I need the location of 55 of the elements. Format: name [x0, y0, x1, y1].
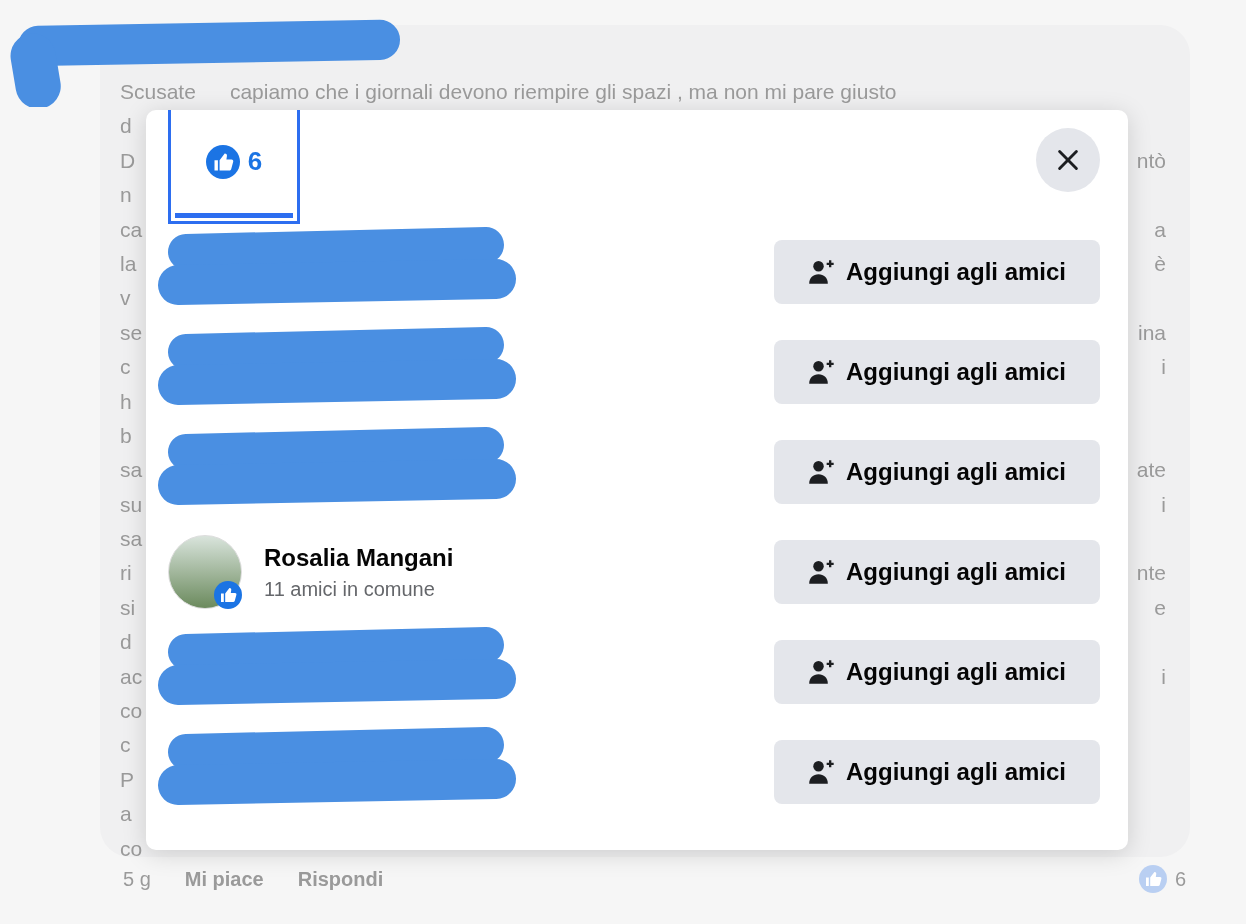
reaction-tab[interactable]: 6 [175, 110, 293, 218]
comment-text: la [120, 250, 137, 277]
add-friend-button[interactable]: Aggiungi agli amici [774, 740, 1100, 804]
comment-text: e [1154, 594, 1166, 621]
comment-text: ntò [1136, 147, 1166, 174]
comment-text: ri [120, 560, 132, 587]
comment-text: D [120, 147, 136, 174]
add-friend-button[interactable]: Aggiungi agli amici [774, 240, 1100, 304]
comment-text: c [120, 354, 131, 381]
add-friend-button[interactable]: Aggiungi agli amici [774, 340, 1100, 404]
comment-text: sa [120, 457, 143, 484]
comment-text: d [120, 629, 132, 656]
person-name[interactable]: Rosalia Mangani [264, 543, 454, 572]
add-friend-button[interactable]: Aggiungi agli amici [774, 540, 1100, 604]
add-person-icon [808, 658, 836, 686]
add-friend-button[interactable]: Aggiungi agli amici [774, 440, 1100, 504]
comment-text: ate [1136, 457, 1166, 484]
add-person-icon [808, 458, 836, 486]
comment-text: ina [1137, 319, 1166, 346]
comment-text: sa [120, 526, 143, 553]
add-person-icon [808, 258, 836, 286]
add-person-icon [808, 558, 836, 586]
comment-text: i [1161, 354, 1166, 381]
comment-text: è [1154, 250, 1166, 277]
reaction-count: 6 [1174, 867, 1186, 891]
like-icon [205, 144, 240, 179]
comment-text: a [120, 801, 132, 828]
comment-text: i [1161, 491, 1166, 518]
comment-text: Scusate [120, 79, 196, 105]
comment-text: b [120, 422, 132, 449]
comment-text: su [120, 491, 143, 518]
like-icon [1138, 865, 1167, 893]
close-icon [1056, 148, 1080, 172]
add-friend-button[interactable]: Aggiungi agli amici [774, 640, 1100, 704]
mutual-friends: 11 amici in comune [264, 577, 436, 601]
comment-text: d [120, 113, 132, 140]
add-person-icon [808, 758, 836, 786]
comment-text: ca [120, 216, 143, 243]
comment-time: 5 g [123, 867, 151, 891]
comment-text: si [120, 594, 136, 621]
like-badge-icon [214, 581, 242, 609]
comment-text: co [120, 698, 143, 725]
comment-text: capiamo che i giornali devono riempire gli spazi , ma non mi pare giusto [229, 79, 897, 105]
comment-text: ac [120, 663, 143, 690]
comment-text: c [120, 732, 131, 759]
comment-text: P [120, 766, 134, 793]
add-person-icon [808, 358, 836, 386]
comment-text: n [120, 182, 132, 209]
comment-text: se [120, 319, 143, 346]
comment-text: v [120, 285, 131, 312]
comment-text: co [120, 835, 143, 862]
comment-text: nte [1136, 560, 1166, 587]
comment-text: a [1154, 216, 1166, 243]
comment-text: i [1161, 663, 1166, 690]
comment-text: h [120, 388, 132, 415]
